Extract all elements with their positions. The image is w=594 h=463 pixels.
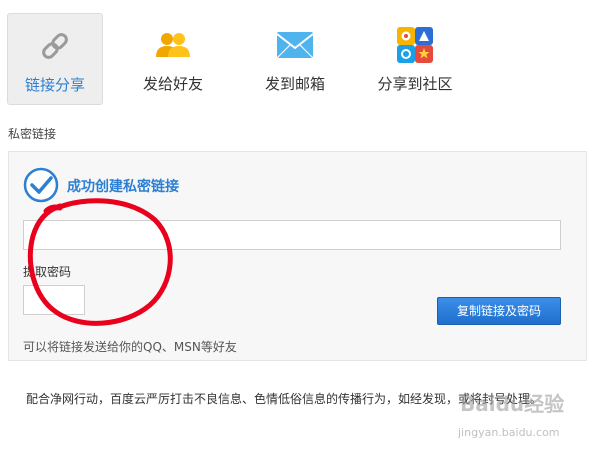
watermark-url: jingyan.baidu.com [458, 426, 560, 439]
tab-share-community[interactable]: 分享到社区 [367, 13, 463, 105]
share-link-field[interactable] [23, 220, 561, 250]
friends-icon [156, 33, 190, 57]
tab-label: 发给好友 [142, 75, 203, 93]
share-tabs: 链接分享 发给好友 发到邮箱 分享到社区 [0, 0, 594, 110]
link-icon [42, 33, 68, 59]
password-field[interactable] [23, 285, 85, 315]
success-message: 成功创建私密链接 [67, 179, 179, 195]
private-link-panel: 成功创建私密链接 提取密码 复制链接及密码 可以将链接发送给你的QQ、MSN等好… [8, 151, 587, 361]
copy-link-password-button[interactable]: 复制链接及密码 [437, 297, 561, 325]
section-title: 私密链接 [8, 127, 57, 141]
tab-link-share[interactable]: 链接分享 [7, 13, 103, 105]
password-label: 提取密码 [23, 265, 72, 279]
tab-label: 分享到社区 [377, 75, 453, 93]
tab-send-email[interactable]: 发到邮箱 [247, 13, 343, 105]
footer-notice: 配合净网行动，百度云严厉打击不良信息、色情低俗信息的传播行为，如经发现，或将封号… [26, 392, 543, 406]
community-icon [397, 27, 433, 63]
tab-send-friend[interactable]: 发给好友 [125, 13, 221, 105]
tab-label: 发到邮箱 [264, 75, 325, 93]
mail-icon [276, 32, 314, 59]
success-check-icon [23, 167, 59, 203]
tab-label: 链接分享 [24, 76, 85, 94]
share-hint-text: 可以将链接发送给你的QQ、MSN等好友 [23, 340, 237, 354]
